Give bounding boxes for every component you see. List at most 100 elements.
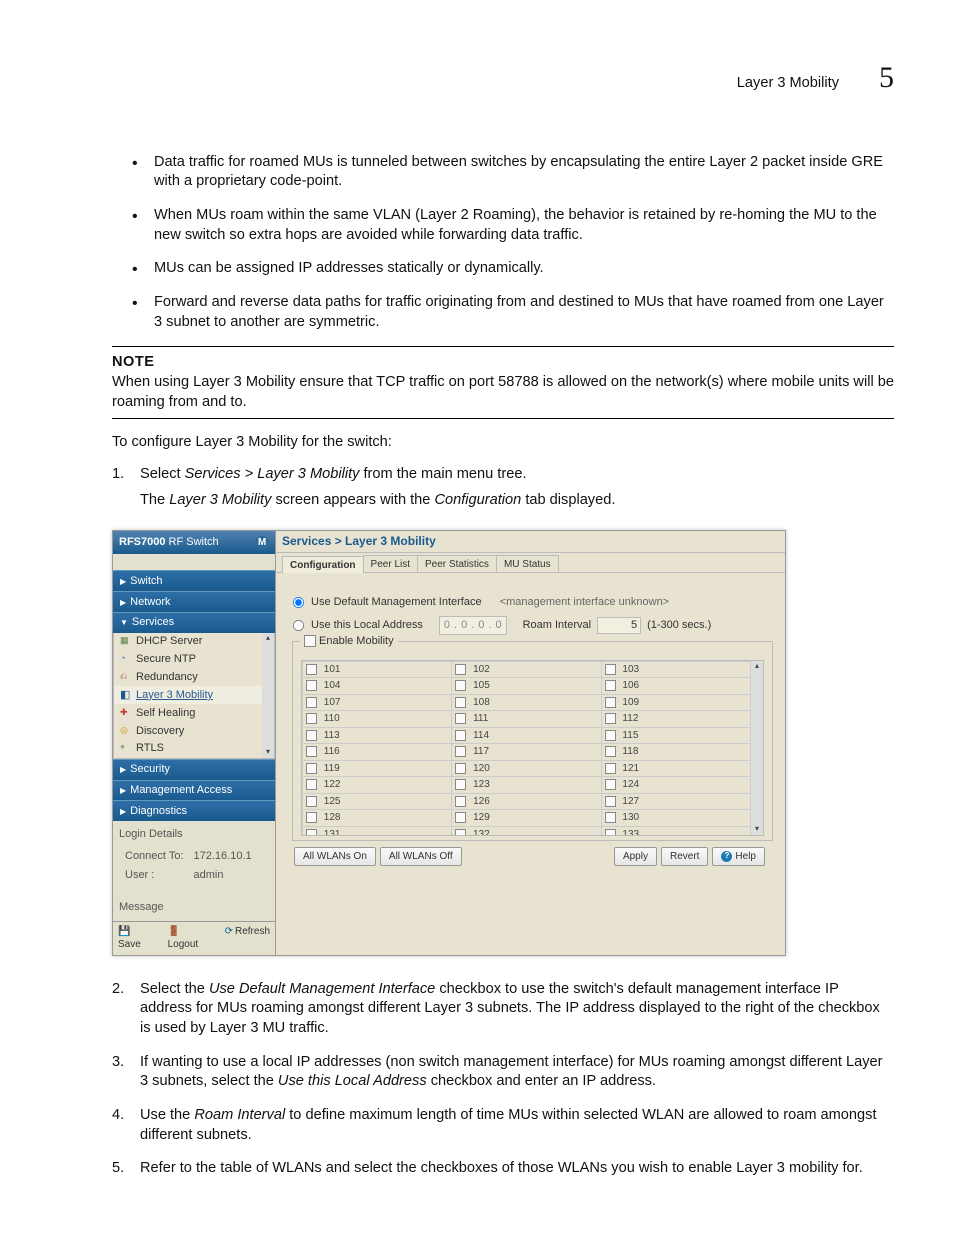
nav-diagnostics[interactable]: ▶Diagnostics	[113, 800, 275, 821]
nav-security[interactable]: ▶Security	[113, 759, 275, 780]
tab-configuration[interactable]: Configuration	[282, 556, 364, 574]
nav-discovery[interactable]: ◎Discovery	[114, 722, 262, 740]
wlan-cell[interactable]: 117	[452, 744, 601, 761]
nav-rtls[interactable]: ⌖RTLS	[114, 740, 262, 758]
wlan-checkbox[interactable]	[306, 697, 317, 708]
nav-redundancy[interactable]: ⎌Redundancy	[114, 669, 262, 687]
wlan-checkbox[interactable]	[605, 713, 616, 724]
wlan-cell[interactable]: 124	[601, 777, 750, 794]
wlan-cell[interactable]: 123	[452, 777, 601, 794]
wlan-cell[interactable]: 105	[452, 678, 601, 695]
apply-button[interactable]: Apply	[614, 847, 657, 867]
wlan-checkbox[interactable]	[306, 763, 317, 774]
wlan-cell[interactable]: 121	[601, 760, 750, 777]
wlan-cell[interactable]: 133	[601, 826, 750, 835]
wlan-checkbox[interactable]	[455, 697, 466, 708]
wlan-checkbox[interactable]	[605, 763, 616, 774]
wlan-cell[interactable]: 126	[452, 793, 601, 810]
wlan-checkbox[interactable]	[306, 829, 317, 835]
tab-mu-status[interactable]: MU Status	[496, 555, 559, 573]
wlan-cell[interactable]: 103	[601, 661, 750, 678]
wlan-checkbox[interactable]	[455, 664, 466, 675]
wlan-checkbox[interactable]	[306, 664, 317, 675]
wlan-cell[interactable]: 119	[303, 760, 452, 777]
wlan-checkbox[interactable]	[605, 664, 616, 675]
nav-secure-ntp[interactable]: ◔Secure NTP	[114, 651, 262, 669]
wlan-checkbox[interactable]	[455, 763, 466, 774]
wlan-cell[interactable]: 111	[452, 711, 601, 728]
help-button[interactable]: ?Help	[712, 847, 765, 867]
ip-address-input[interactable]: 0 . 0 . 0 . 0	[439, 616, 507, 635]
wlan-cell[interactable]: 101	[303, 661, 452, 678]
tab-peer-list[interactable]: Peer List	[363, 555, 418, 573]
wlan-cell[interactable]: 106	[601, 678, 750, 695]
wlan-checkbox[interactable]	[306, 779, 317, 790]
wlan-checkbox[interactable]	[455, 779, 466, 790]
wlan-cell[interactable]: 107	[303, 694, 452, 711]
nav-services[interactable]: ▼Services	[113, 612, 275, 633]
wlan-checkbox[interactable]	[605, 812, 616, 823]
wlan-cell[interactable]: 131	[303, 826, 452, 835]
note-text: When using Layer 3 Mobility ensure that …	[112, 373, 894, 412]
wlan-checkbox[interactable]	[455, 812, 466, 823]
nav-self-healing[interactable]: ✚Self Healing	[114, 704, 262, 722]
tab-peer-statistics[interactable]: Peer Statistics	[417, 555, 497, 573]
wlan-cell[interactable]: 108	[452, 694, 601, 711]
wlan-cell[interactable]: 109	[601, 694, 750, 711]
wlan-checkbox[interactable]	[455, 829, 466, 835]
wlan-cell[interactable]: 116	[303, 744, 452, 761]
refresh-button[interactable]: ⟳Refresh	[225, 925, 270, 952]
wlan-checkbox[interactable]	[306, 812, 317, 823]
wlan-scrollbar[interactable]: ▴▾	[751, 661, 763, 835]
wlan-checkbox[interactable]	[605, 779, 616, 790]
logout-button[interactable]: 🚪Logout	[168, 925, 211, 952]
save-button[interactable]: 💾Save	[118, 925, 154, 952]
nav-switch[interactable]: ▶Switch	[113, 570, 275, 591]
wlan-checkbox[interactable]	[605, 746, 616, 757]
wlan-checkbox[interactable]	[306, 796, 317, 807]
revert-button[interactable]: Revert	[661, 847, 708, 867]
wlan-checkbox[interactable]	[455, 746, 466, 757]
wlan-cell[interactable]: 129	[452, 810, 601, 827]
nav-network[interactable]: ▶Network	[113, 591, 275, 612]
radio-default-mgmt[interactable]	[293, 597, 304, 608]
wlan-cell[interactable]: 132	[452, 826, 601, 835]
checkbox-enable-mobility[interactable]	[304, 635, 316, 647]
nav-management-access[interactable]: ▶Management Access	[113, 780, 275, 801]
all-wlans-off-button[interactable]: All WLANs Off	[380, 847, 462, 867]
wlan-cell[interactable]: 127	[601, 793, 750, 810]
wlan-cell[interactable]: 113	[303, 727, 452, 744]
wlan-cell[interactable]: 112	[601, 711, 750, 728]
wlan-cell[interactable]: 125	[303, 793, 452, 810]
wlan-checkbox[interactable]	[306, 746, 317, 757]
wlan-cell[interactable]: 118	[601, 744, 750, 761]
wlan-checkbox[interactable]	[455, 713, 466, 724]
wlan-cell[interactable]: 120	[452, 760, 601, 777]
wlan-cell[interactable]: 114	[452, 727, 601, 744]
wlan-cell[interactable]: 104	[303, 678, 452, 695]
wlan-cell[interactable]: 102	[452, 661, 601, 678]
radio-local-address[interactable]	[293, 620, 304, 631]
wlan-cell[interactable]: 128	[303, 810, 452, 827]
wlan-checkbox[interactable]	[605, 796, 616, 807]
wlan-checkbox[interactable]	[605, 829, 616, 835]
wlan-checkbox[interactable]	[306, 680, 317, 691]
sidebar-scrollbar[interactable]: ▴▾	[262, 633, 274, 758]
wlan-checkbox[interactable]	[455, 730, 466, 741]
wlan-cell[interactable]: 122	[303, 777, 452, 794]
all-wlans-on-button[interactable]: All WLANs On	[294, 847, 376, 867]
wlan-checkbox[interactable]	[306, 730, 317, 741]
nav-layer3-mobility[interactable]: ◧Layer 3 Mobility	[114, 686, 262, 704]
wlan-cell[interactable]: 115	[601, 727, 750, 744]
nav-dhcp-server[interactable]: ▦DHCP Server	[114, 633, 262, 651]
wlan-cell[interactable]: 130	[601, 810, 750, 827]
wlan-checkbox[interactable]	[605, 697, 616, 708]
roam-interval-input[interactable]: 5	[597, 617, 641, 634]
wlan-checkbox[interactable]	[605, 730, 616, 741]
wlan-checkbox[interactable]	[605, 680, 616, 691]
motorola-logo-icon: M	[255, 536, 269, 550]
wlan-cell[interactable]: 110	[303, 711, 452, 728]
wlan-checkbox[interactable]	[455, 680, 466, 691]
wlan-checkbox[interactable]	[306, 713, 317, 724]
wlan-checkbox[interactable]	[455, 796, 466, 807]
